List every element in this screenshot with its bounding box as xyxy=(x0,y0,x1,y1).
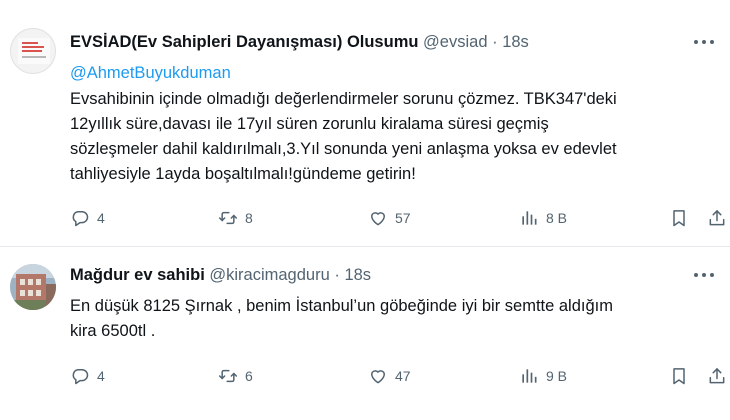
retweet-count: 8 xyxy=(245,210,253,226)
more-icon[interactable] xyxy=(694,40,716,46)
like-icon xyxy=(371,212,385,226)
tweet-text-line: sözleşmeler dahil kaldırılmalı,3.Yıl son… xyxy=(70,140,617,158)
reply-icon xyxy=(72,369,89,385)
bookmark-icon xyxy=(673,368,685,385)
reply-count: 4 xyxy=(97,368,105,384)
tweet-header: Mağdur ev sahibi @kiracimagduru · 18s xyxy=(70,264,371,286)
views-icon xyxy=(522,211,537,225)
tweet[interactable]: Mağdur ev sahibi @kiracimagduru · 18s En… xyxy=(0,247,730,420)
like-button[interactable]: 57 xyxy=(368,206,411,230)
views-button[interactable]: 8 B xyxy=(519,206,567,230)
like-count: 47 xyxy=(395,368,411,384)
retweet-icon xyxy=(218,211,238,225)
separator-dot: · xyxy=(334,266,340,284)
views-button[interactable]: 9 B xyxy=(519,364,567,388)
reply-icon xyxy=(72,211,89,227)
bookmark-button[interactable] xyxy=(669,364,689,388)
tweet-text-line: tahliyesiyle 1ayda boşaltılmalı!gündeme … xyxy=(70,165,416,183)
reply-count: 4 xyxy=(97,210,105,226)
like-icon xyxy=(371,370,385,384)
views-count: 9 B xyxy=(546,368,568,384)
views-count: 8 B xyxy=(546,210,568,226)
user-handle[interactable]: @evsiad xyxy=(423,33,487,51)
retweet-button[interactable]: 6 xyxy=(218,364,253,388)
reply-button[interactable]: 4 xyxy=(70,364,105,388)
reply-mention[interactable]: @AhmetBuyukduman xyxy=(70,62,231,84)
display-name[interactable]: Mağdur ev sahibi xyxy=(70,266,205,284)
tweet-text-line: kira 6500tl . xyxy=(70,322,156,340)
timestamp[interactable]: 18s xyxy=(502,33,529,51)
retweet-icon xyxy=(218,369,238,383)
tweet-text: En düşük 8125 Şırnak , benim İstanbul’un… xyxy=(70,294,710,344)
like-button[interactable]: 47 xyxy=(368,364,411,388)
action-bar: 4 8 57 8 B xyxy=(70,206,725,230)
separator-dot: · xyxy=(492,33,498,51)
like-count: 57 xyxy=(395,210,411,226)
more-icon[interactable] xyxy=(694,273,716,279)
views-icon xyxy=(522,369,537,383)
tweet[interactable]: EVSİAD(Ev Sahipleri Dayanışması) Olusumu… xyxy=(0,0,730,247)
timestamp[interactable]: 18s xyxy=(344,266,371,284)
retweet-count: 6 xyxy=(245,368,253,384)
action-bar: 4 6 47 9 B xyxy=(70,364,725,388)
avatar-logo-card xyxy=(18,38,50,64)
share-icon xyxy=(709,368,725,384)
avatar[interactable] xyxy=(10,264,56,310)
display-name[interactable]: EVSİAD(Ev Sahipleri Dayanışması) Olusumu xyxy=(70,33,418,51)
reply-button[interactable]: 4 xyxy=(70,206,105,230)
tweet-text-line: En düşük 8125 Şırnak , benim İstanbul’un… xyxy=(70,297,613,315)
retweet-button[interactable]: 8 xyxy=(218,206,253,230)
tweet-text: Evsahibinin içinde olmadığı değerlendirm… xyxy=(70,87,710,187)
bookmark-icon xyxy=(673,210,685,227)
tweet-text-line: Evsahibinin içinde olmadığı değerlendirm… xyxy=(70,90,617,108)
tweet-text-line: 12yıllık süre,davası ile 17yıl süren zor… xyxy=(70,115,549,133)
user-handle[interactable]: @kiracimagduru xyxy=(209,266,329,284)
share-button[interactable] xyxy=(707,364,727,388)
share-icon xyxy=(709,210,725,226)
building-photo-icon xyxy=(10,264,56,310)
bookmark-button[interactable] xyxy=(669,206,689,230)
tweet-header: EVSİAD(Ev Sahipleri Dayanışması) Olusumu… xyxy=(70,31,529,53)
share-button[interactable] xyxy=(707,206,727,230)
avatar[interactable] xyxy=(10,28,56,74)
